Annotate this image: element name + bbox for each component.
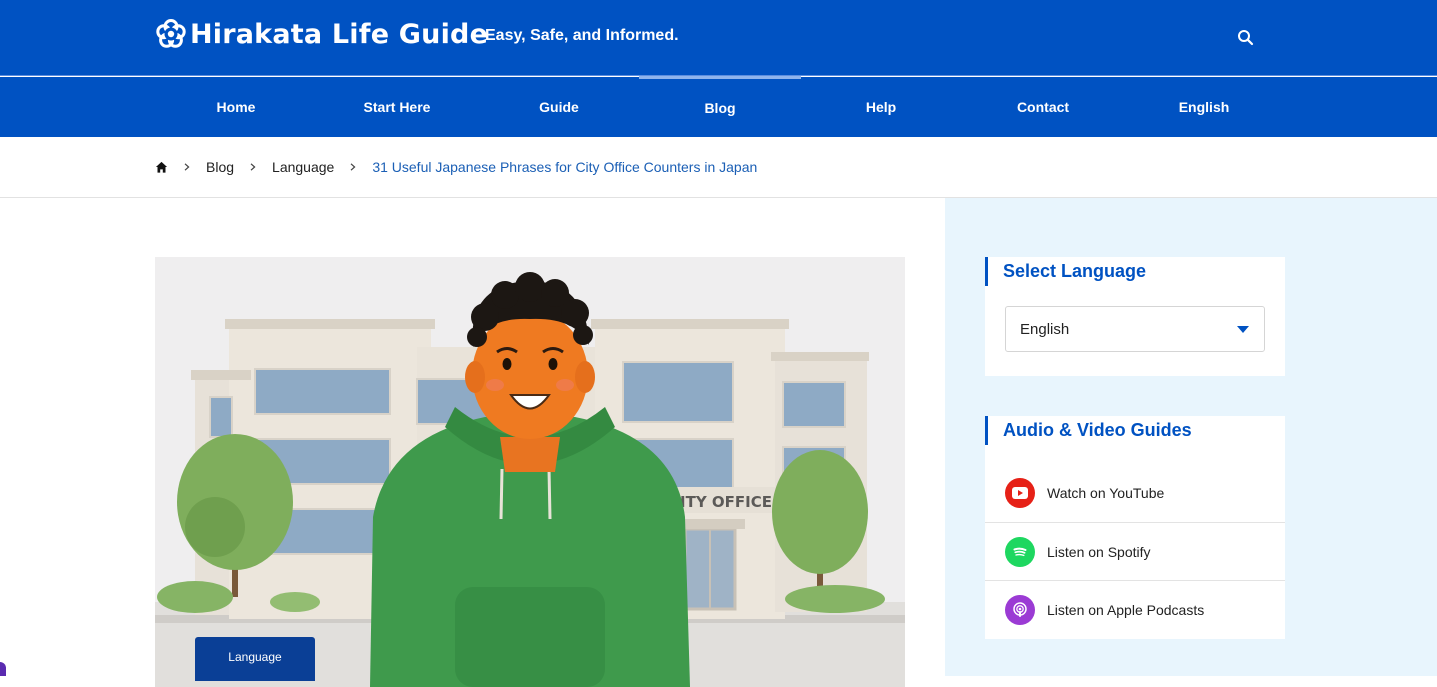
site-tagline: Easy, Safe, and Informed.: [485, 27, 679, 44]
site-logo[interactable]: Hirakata Life Guide: [155, 18, 488, 50]
breadcrumb-bar: Blog Language 31 Useful Japanese Phrases…: [0, 137, 1437, 198]
nav-start-here[interactable]: Start Here: [316, 77, 478, 137]
breadcrumb: Blog Language 31 Useful Japanese Phrases…: [155, 137, 757, 197]
breadcrumb-home[interactable]: [155, 161, 168, 174]
search-icon: [1238, 30, 1254, 46]
nav-help[interactable]: Help: [800, 77, 962, 137]
caret-down-icon: [1237, 326, 1249, 333]
nav-guide[interactable]: Guide: [478, 77, 640, 137]
breadcrumb-current: 31 Useful Japanese Phrases for City Offi…: [372, 159, 758, 175]
language-widget-title: Select Language: [985, 257, 1285, 286]
media-widget-title: Audio & Video Guides: [985, 416, 1285, 445]
apple-podcasts-link[interactable]: Listen on Apple Podcasts: [985, 580, 1285, 638]
language-select[interactable]: English: [1005, 306, 1265, 352]
window-edge-decoration: [0, 662, 6, 676]
breadcrumb-blog[interactable]: Blog: [206, 159, 234, 175]
nav-english[interactable]: English: [1123, 77, 1285, 137]
hero-illustration: CITY OFFICE: [155, 257, 905, 687]
category-badge[interactable]: Language: [195, 637, 315, 681]
breadcrumb-language[interactable]: Language: [272, 159, 334, 175]
podcast-icon: [1005, 594, 1035, 625]
spotify-icon: [1005, 536, 1035, 567]
spotify-link[interactable]: Listen on Spotify: [985, 522, 1285, 580]
site-header: Hirakata Life Guide Easy, Safe, and Info…: [0, 0, 1437, 76]
hero-image: CITY OFFICE: [155, 257, 905, 687]
nav-home[interactable]: Home: [155, 77, 317, 137]
logo-text: Hirakata Life Guide: [190, 18, 489, 50]
youtube-icon: [1005, 478, 1035, 508]
language-widget: Select Language English: [985, 257, 1285, 376]
youtube-link-label: Watch on YouTube: [1047, 485, 1165, 501]
search-button[interactable]: [1236, 28, 1256, 48]
youtube-link[interactable]: Watch on YouTube: [985, 464, 1285, 522]
nav-contact[interactable]: Contact: [962, 77, 1124, 137]
flower-logo-icon: [156, 19, 186, 48]
home-icon: [155, 161, 168, 173]
media-widget: Audio & Video Guides Watch on YouTube Li…: [985, 416, 1285, 639]
nav-blog[interactable]: Blog: [639, 76, 801, 136]
language-select-value: English: [1020, 320, 1070, 338]
main-nav: Home Start Here Guide Blog Help Contact …: [0, 76, 1437, 137]
chevron-right-icon: [350, 163, 356, 171]
chevron-right-icon: [184, 163, 190, 171]
city-office-sign: CITY OFFICE: [669, 493, 772, 511]
apple-podcasts-link-label: Listen on Apple Podcasts: [1047, 601, 1205, 618]
chevron-right-icon: [250, 163, 256, 171]
spotify-link-label: Listen on Spotify: [1047, 543, 1151, 560]
